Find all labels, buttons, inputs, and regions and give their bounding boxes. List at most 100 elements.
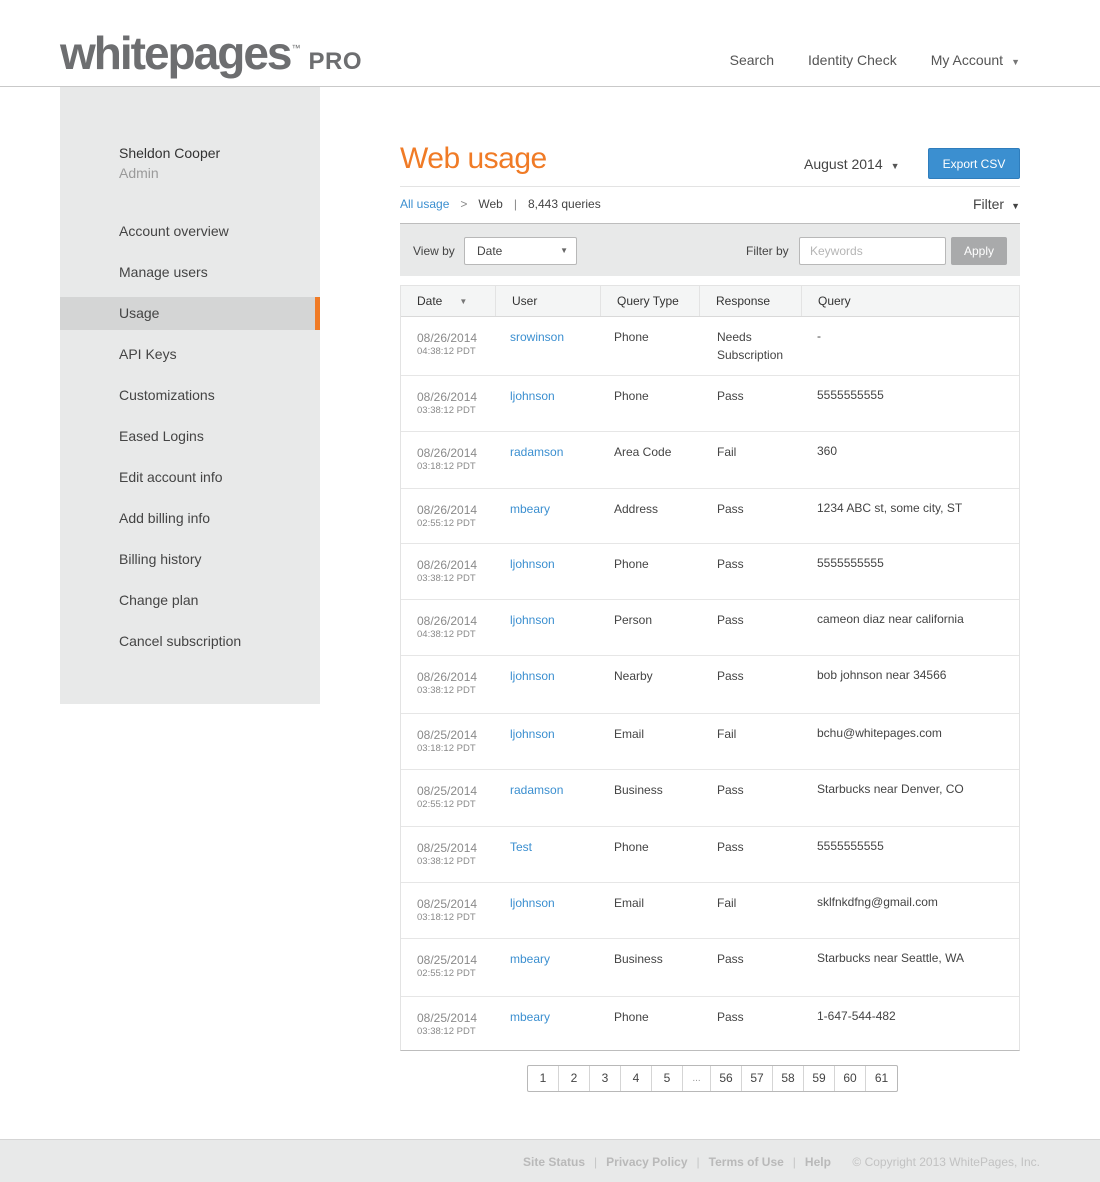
user-link[interactable]: srowinson	[510, 330, 564, 344]
page-button-56[interactable]: 56	[711, 1066, 742, 1091]
chevron-down-icon: ▼	[890, 161, 900, 171]
cell-time-value: 04:38:12 PDT	[417, 629, 476, 640]
view-by-value: Date	[477, 244, 503, 258]
user-link[interactable]: mbeary	[510, 502, 550, 516]
sidebar-item-usage[interactable]: Usage	[60, 297, 320, 330]
page-button-4[interactable]: 4	[621, 1066, 652, 1091]
sidebar-item-account-overview[interactable]: Account overview	[60, 215, 320, 256]
page-button-5[interactable]: 5	[652, 1066, 683, 1091]
sidebar-item-customizations[interactable]: Customizations	[60, 379, 320, 420]
sidebar-item-api-keys[interactable]: API Keys	[60, 338, 320, 379]
apply-button[interactable]: Apply	[951, 237, 1007, 265]
nav-my-account-label: My Account	[930, 52, 1004, 68]
page-button-2[interactable]: 2	[559, 1066, 590, 1091]
user-link[interactable]: mbeary	[510, 1010, 550, 1024]
cell-date-value: 08/26/2014	[417, 446, 478, 460]
sidebar-item-add-billing-info[interactable]: Add billing info	[60, 502, 320, 543]
filter-toggle[interactable]: Filter ▼	[973, 196, 1020, 212]
cell-date-value: 08/25/2014	[417, 841, 478, 855]
cell-query: 360	[817, 444, 838, 458]
cell-time-value: 03:18:12 PDT	[417, 743, 476, 754]
footer-link-privacy-policy[interactable]: Privacy Policy	[606, 1155, 687, 1169]
keyword-search-input[interactable]	[799, 237, 946, 265]
cell-date-value: 08/25/2014	[417, 728, 478, 742]
cell-query-type: Phone	[614, 557, 649, 571]
sidebar-item-manage-users[interactable]: Manage users	[60, 256, 320, 297]
user-link[interactable]: ljohnson	[510, 727, 555, 741]
sidebar-item-eased-logins[interactable]: Eased Logins	[60, 420, 320, 461]
sidebar-menu: Account overview Manage users Usage API Key…	[60, 215, 320, 666]
user-link[interactable]: ljohnson	[510, 389, 555, 403]
view-by-select[interactable]: Date ▼	[464, 237, 577, 265]
user-link[interactable]: ljohnson	[510, 557, 555, 571]
table-body: 08/26/2014 04:38:12 PDT srowinson Phone Need…	[401, 317, 1019, 1050]
breadcrumb-current: Web	[478, 197, 503, 211]
export-csv-button[interactable]: Export CSV	[928, 148, 1020, 179]
footer-link-help[interactable]: Help	[805, 1155, 831, 1169]
column-header-query[interactable]: Query	[802, 286, 1019, 316]
page-button-1[interactable]: 1	[528, 1066, 559, 1091]
page-button-3[interactable]: 3	[590, 1066, 621, 1091]
cell-query-type: Nearby	[614, 669, 653, 683]
page-button-59[interactable]: 59	[804, 1066, 835, 1091]
column-header-user[interactable]: User	[496, 286, 601, 316]
sidebar-item-billing-history[interactable]: Billing history	[60, 543, 320, 584]
cell-response: Pass	[717, 557, 744, 571]
sidebar-user-role: Admin	[119, 165, 159, 181]
cell-response: Pass	[717, 669, 744, 683]
table-row: 08/25/2014 03:18:12 PDT ljohnson Email Fail b…	[401, 714, 1019, 770]
cell-user: radamson	[496, 432, 601, 488]
table-row: 08/25/2014 03:38:12 PDT Test Phone Pass 55555…	[401, 827, 1019, 883]
user-link[interactable]: ljohnson	[510, 896, 555, 910]
query-count: 8,443 queries	[527, 197, 601, 211]
cell-time-value: 02:55:12 PDT	[417, 799, 476, 810]
filter-by-label: Filter by	[746, 244, 789, 258]
page-button-58[interactable]: 58	[773, 1066, 804, 1091]
cell-date-value: 08/26/2014	[417, 503, 478, 517]
breadcrumb-all-usage[interactable]: All usage	[400, 197, 449, 211]
footer-link-terms-of-use[interactable]: Terms of Use	[709, 1155, 784, 1169]
user-link[interactable]: ljohnson	[510, 613, 555, 627]
sidebar-item-cancel-subscription[interactable]: Cancel subscription	[60, 625, 320, 666]
month-selector[interactable]: August 2014 ▼	[804, 156, 900, 172]
cell-date: 08/25/2014 02:55:12 PDT	[401, 939, 496, 996]
sidebar-user-name: Sheldon Cooper	[119, 145, 221, 161]
cell-date: 08/26/2014 03:38:12 PDT	[401, 656, 496, 713]
cell-query: 5555555555	[817, 556, 884, 570]
sidebar-item-change-plan[interactable]: Change plan	[60, 584, 320, 625]
column-header-response[interactable]: Response	[700, 286, 802, 316]
chevron-down-icon: ▼	[1011, 57, 1020, 67]
cell-time-value: 03:38:12 PDT	[417, 685, 476, 696]
cell-response: Fail	[717, 445, 737, 459]
page-button-60[interactable]: 60	[835, 1066, 866, 1091]
cell-user: ljohnson	[496, 600, 601, 655]
footer-link-site-status[interactable]: Site Status	[523, 1155, 585, 1169]
table-row: 08/26/2014 02:55:12 PDT mbeary Address Pass 1…	[401, 489, 1019, 544]
sidebar-item-edit-account-info[interactable]: Edit account info	[60, 461, 320, 502]
page-button-61[interactable]: 61	[866, 1066, 897, 1091]
column-header-date[interactable]: Date ▼	[401, 286, 496, 316]
user-link[interactable]: radamson	[510, 445, 563, 459]
nav-my-account[interactable]: My Account ▼	[931, 52, 1020, 68]
breadcrumb: All usage > Web | 8,443 queries	[400, 197, 601, 211]
cell-user: ljohnson	[496, 656, 601, 713]
column-header-query-type[interactable]: Query Type	[601, 286, 700, 316]
cell-user: Test	[496, 827, 601, 882]
cell-response: Pass	[717, 613, 744, 627]
cell-query-type: Person	[614, 613, 653, 627]
cell-query-type: Phone	[614, 389, 649, 403]
cell-date: 08/26/2014 03:38:12 PDT	[401, 376, 496, 431]
whitepages-pro-logo[interactable]: whitepages ™ PRO	[60, 26, 362, 80]
user-link[interactable]: Test	[510, 840, 532, 854]
user-link[interactable]: radamson	[510, 783, 563, 797]
nav-search[interactable]: Search	[730, 52, 774, 68]
user-link[interactable]: mbeary	[510, 952, 550, 966]
page-button-57[interactable]: 57	[742, 1066, 773, 1091]
user-link[interactable]: ljohnson	[510, 669, 555, 683]
footer-divider: |	[594, 1155, 598, 1169]
nav-identity-check[interactable]: Identity Check	[808, 52, 897, 68]
cell-date-value: 08/26/2014	[417, 331, 478, 345]
cell-time-value: 02:55:12 PDT	[417, 968, 476, 979]
cell-query: 1234 ABC st, some city, ST	[817, 501, 963, 515]
cell-time-value: 03:18:12 PDT	[417, 912, 476, 923]
